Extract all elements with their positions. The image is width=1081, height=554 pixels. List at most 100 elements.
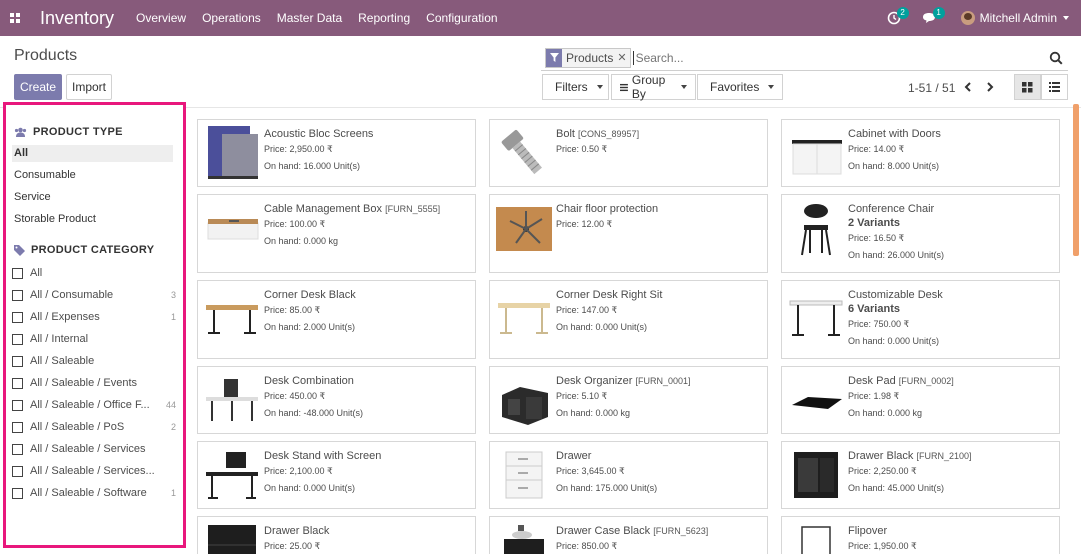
app-name[interactable]: Inventory xyxy=(40,8,114,29)
checkbox[interactable] xyxy=(12,355,23,367)
product-name: Bolt xyxy=(556,128,575,140)
product-reference: [FURN_0001] xyxy=(635,376,691,386)
checkbox[interactable] xyxy=(12,333,23,345)
product-image xyxy=(792,140,842,175)
product-image xyxy=(206,305,258,334)
product-card[interactable]: Conference Chair 2 Variants Price: 16.50 … xyxy=(781,194,1060,273)
category-item[interactable]: All / Saleable / Software 1 xyxy=(12,485,176,501)
product-image xyxy=(792,397,842,409)
category-item[interactable]: All / Expenses 1 xyxy=(12,309,176,325)
group-by-button[interactable]: Group By xyxy=(611,73,696,101)
checkbox[interactable] xyxy=(12,289,23,301)
product-card[interactable]: Customizable Desk 6 Variants Price: 750.0… xyxy=(781,280,1060,359)
chevron-down-icon xyxy=(596,85,603,89)
filters-button[interactable]: Filters xyxy=(542,74,609,100)
product-card[interactable]: Drawer Price: 3,645.00 ₹ On hand: 175.000… xyxy=(489,441,768,509)
product-card[interactable]: Drawer Black Price: 25.00 ₹ xyxy=(197,516,476,554)
product-on-hand: On hand: 8.000 Unit(s) xyxy=(848,161,940,171)
product-card[interactable]: Corner Desk Right Sit Price: 147.00 ₹ On … xyxy=(489,280,768,359)
checkbox[interactable] xyxy=(12,377,23,389)
product-name: Chair floor protection xyxy=(556,203,659,215)
product-price: Price: 3,645.00 ₹ xyxy=(556,466,625,476)
category-item[interactable]: All / Saleable / PoS 2 xyxy=(12,419,176,435)
list-view-button[interactable] xyxy=(1041,74,1068,100)
type-item-service[interactable]: Service xyxy=(12,189,173,206)
checkbox[interactable] xyxy=(12,443,23,455)
filters-label: Filters xyxy=(555,80,588,94)
avatar xyxy=(960,11,975,25)
chevron-right-icon[interactable] xyxy=(983,78,997,96)
product-name: Flipover xyxy=(848,525,888,537)
category-item[interactable]: All / Internal xyxy=(12,331,176,347)
chevron-left-icon[interactable] xyxy=(961,78,975,96)
menu-master-data[interactable]: Master Data xyxy=(277,11,342,25)
close-icon[interactable]: ✕ xyxy=(617,51,629,64)
product-card[interactable]: Flipover Price: 1,950.00 ₹ xyxy=(781,516,1060,554)
product-card[interactable]: Chair floor protection Price: 12.00 ₹ xyxy=(489,194,768,273)
product-name: Cabinet with Doors xyxy=(848,128,941,140)
messages-chat-icon[interactable]: 1 xyxy=(919,7,945,29)
create-button[interactable]: Create xyxy=(14,74,62,100)
category-item[interactable]: All / Consumable 3 xyxy=(12,287,176,303)
product-card[interactable]: Cable Management Box [FURN_5555] Price: 1… xyxy=(197,194,476,273)
category-item[interactable]: All / Saleable / Events xyxy=(12,375,176,391)
product-card[interactable]: Corner Desk Black Price: 85.00 ₹ On hand:… xyxy=(197,280,476,359)
import-button[interactable]: Import xyxy=(66,74,112,100)
menu-overview[interactable]: Overview xyxy=(136,11,186,25)
category-label: All xyxy=(30,267,43,279)
checkbox[interactable] xyxy=(12,311,23,323)
pager-value[interactable]: 1-51 / 51 xyxy=(908,81,955,95)
product-card[interactable]: Desk Organizer [FURN_0001] Price: 5.10 ₹ O… xyxy=(489,366,768,434)
menu-operations[interactable]: Operations xyxy=(202,11,261,25)
category-item[interactable]: All / Saleable xyxy=(12,353,176,369)
product-card[interactable]: Drawer Black [FURN_2100] Price: 2,250.00 … xyxy=(781,441,1060,509)
product-price: Price: 0.50 ₹ xyxy=(556,144,608,154)
type-item-storable[interactable]: Storable Product xyxy=(12,211,173,228)
category-item[interactable]: All / Saleable / Services... xyxy=(12,463,176,479)
product-card[interactable]: Bolt [CONS_89957] Price: 0.50 ₹ xyxy=(489,119,768,187)
product-card[interactable]: Desk Pad [FURN_0002] Price: 1.98 ₹ On hand… xyxy=(781,366,1060,434)
product-card[interactable]: Drawer Case Black [FURN_5623] Price: 850.… xyxy=(489,516,768,554)
product-price: Price: 750.00 ₹ xyxy=(848,319,910,329)
menu-reporting[interactable]: Reporting xyxy=(358,11,410,25)
category-item[interactable]: All xyxy=(12,265,176,281)
category-item[interactable]: All / Saleable / Office F... 44 xyxy=(12,397,176,413)
product-image xyxy=(206,452,258,499)
product-card[interactable]: Acoustic Bloc Screens Price: 2,950.00 ₹ O… xyxy=(197,119,476,187)
facet-label: Products xyxy=(566,50,614,65)
type-item-all[interactable]: All xyxy=(12,145,173,162)
checkbox[interactable] xyxy=(12,267,23,279)
product-card[interactable]: Desk Stand with Screen Price: 2,100.00 ₹… xyxy=(197,441,476,509)
product-card[interactable]: Desk Combination Price: 450.00 ₹ On hand:… xyxy=(197,366,476,434)
product-category-header: PRODUCT CATEGORY xyxy=(14,244,154,256)
kanban-view-button[interactable] xyxy=(1014,74,1041,100)
product-category-title: PRODUCT CATEGORY xyxy=(31,244,155,256)
scrollbar[interactable] xyxy=(1073,104,1079,256)
favorites-button[interactable]: Favorites xyxy=(697,74,783,100)
checkbox[interactable] xyxy=(12,465,23,477)
type-item-consumable[interactable]: Consumable xyxy=(12,167,173,184)
product-card[interactable]: Cabinet with Doors Price: 14.00 ₹ On hand… xyxy=(781,119,1060,187)
product-on-hand: On hand: 0.000 Unit(s) xyxy=(556,322,648,332)
product-on-hand: On hand: 0.000 Unit(s) xyxy=(848,336,940,346)
menu-configuration[interactable]: Configuration xyxy=(426,11,497,25)
apps-menu-icon[interactable] xyxy=(0,0,30,36)
category-item[interactable]: All / Saleable / Services xyxy=(12,441,176,457)
search-icon[interactable] xyxy=(1046,48,1066,68)
chevron-down-icon xyxy=(768,85,775,89)
product-price: Price: 1.98 ₹ xyxy=(848,391,900,401)
top-navbar: Inventory Overview Operations Master Dat… xyxy=(0,0,1081,36)
checkbox[interactable] xyxy=(12,487,23,499)
user-menu[interactable]: Mitchell Admin xyxy=(960,11,1069,25)
product-name: Conference Chair xyxy=(848,203,935,215)
search-input[interactable] xyxy=(632,50,1046,65)
tags-icon xyxy=(14,244,25,256)
page-title: Products xyxy=(14,47,78,64)
checkbox[interactable] xyxy=(12,399,23,411)
product-price: Price: 12.00 ₹ xyxy=(556,219,613,229)
product-on-hand: On hand: 26.000 Unit(s) xyxy=(848,250,945,260)
category-label: All / Saleable / Events xyxy=(30,377,138,389)
category-label: All / Expenses xyxy=(30,311,100,323)
checkbox[interactable] xyxy=(12,421,23,433)
activity-clock-icon[interactable]: 2 xyxy=(883,7,909,29)
